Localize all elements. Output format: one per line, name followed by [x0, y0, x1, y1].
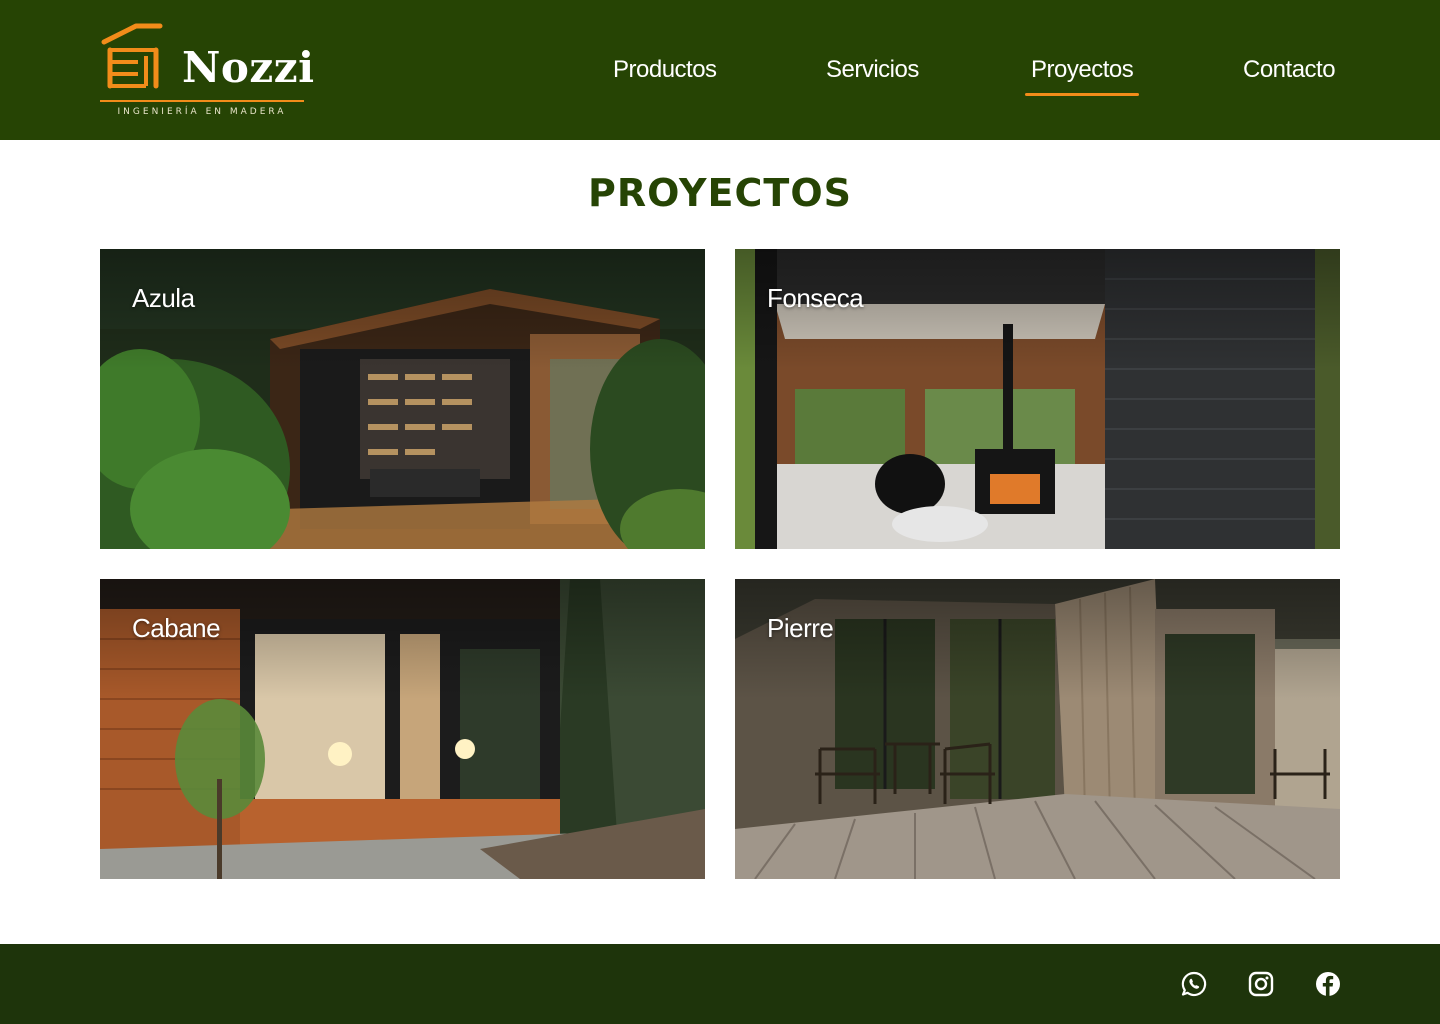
facebook-icon[interactable]	[1314, 970, 1342, 998]
project-name: Azula	[132, 283, 195, 313]
page-title: PROYECTOS	[587, 171, 852, 215]
site-footer	[0, 944, 1440, 1024]
project-card-cabane[interactable]: Cabane	[100, 579, 705, 879]
project-name: Fonseca	[767, 283, 864, 313]
nav-item-proyectos[interactable]: Proyectos	[1024, 50, 1140, 96]
project-card-azula[interactable]: Azula	[100, 249, 705, 549]
whatsapp-icon[interactable]	[1180, 970, 1208, 998]
nav-item-servicios[interactable]: Servicios	[826, 50, 919, 96]
house-logo-icon	[101, 23, 163, 89]
logo-tagline: INGENIERÍA EN MADERA	[117, 107, 287, 117]
logo-wordmark: Nozzi	[182, 43, 315, 92]
nozzi-logo[interactable]: Nozzi INGENIERÍA EN MADERA	[100, 22, 314, 120]
project-card-fonseca[interactable]: Fonseca	[735, 249, 1340, 549]
nav-item-productos[interactable]: Productos	[613, 50, 717, 96]
project-name: Pierre	[767, 613, 834, 643]
logo-underline	[100, 100, 304, 102]
instagram-icon[interactable]	[1247, 970, 1275, 998]
nav-item-contacto[interactable]: Contacto	[1243, 50, 1336, 96]
project-card-pierre[interactable]: Pierre	[735, 579, 1340, 879]
site-header: Nozzi INGENIERÍA EN MADERA Productos Ser…	[0, 0, 1440, 140]
project-name: Cabane	[132, 613, 221, 643]
